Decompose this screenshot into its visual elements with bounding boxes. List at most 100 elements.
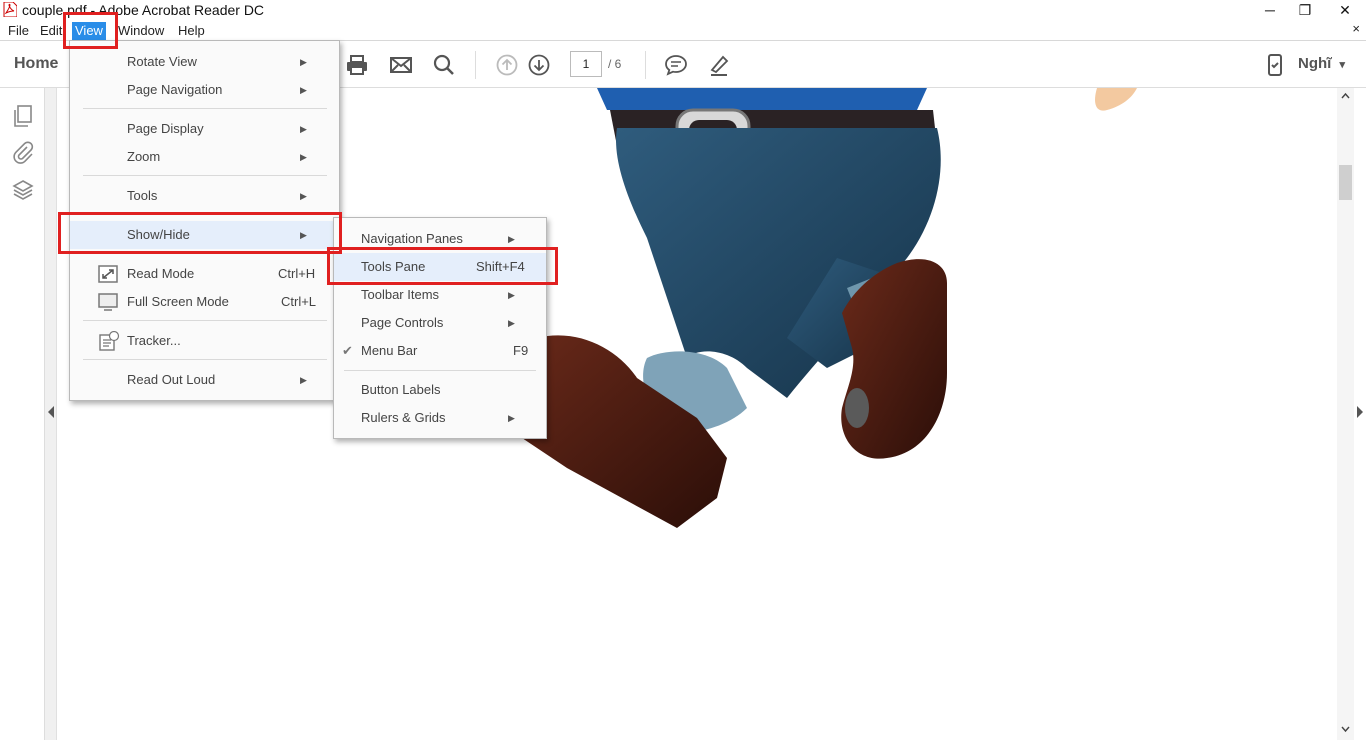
submenu-arrow-icon: ▶	[300, 230, 307, 240]
submenu-arrow-icon: ▶	[508, 318, 515, 328]
submenu-arrow-icon: ▶	[300, 191, 307, 201]
mobile-link-icon[interactable]	[1263, 53, 1287, 77]
submenu-arrow-icon: ▶	[508, 290, 515, 300]
submenu-arrow-icon: ▶	[508, 234, 515, 244]
menu-edit[interactable]: Edit	[37, 22, 65, 40]
window-title: couple.pdf - Adobe Acrobat Reader DC	[22, 2, 265, 18]
menu-separator	[83, 108, 327, 109]
menu-item-label: Page Display	[127, 121, 204, 136]
vertical-scrollbar[interactable]	[1337, 88, 1354, 740]
submenu-arrow-icon: ▶	[300, 124, 307, 134]
menu-item-show-hide[interactable]: Show/Hide ▶	[70, 221, 339, 249]
menu-item-label: Tools Pane	[361, 259, 426, 274]
attachments-icon[interactable]	[12, 140, 34, 164]
toolbar-separator	[475, 51, 476, 79]
next-page-icon[interactable]	[527, 53, 551, 77]
menu-separator	[83, 320, 327, 321]
menu-separator	[83, 214, 327, 215]
layers-icon[interactable]	[12, 178, 34, 202]
menu-item-shortcut: Ctrl+H	[278, 266, 316, 281]
menu-item-label: Button Labels	[361, 382, 441, 397]
menu-item-tools-pane[interactable]: Tools Pane Shift+F4	[334, 253, 546, 281]
submenu-arrow-icon: ▶	[300, 85, 307, 95]
view-menu: Rotate View ▶ Page Navigation ▶ Page Dis…	[69, 40, 340, 401]
menu-item-read-out-loud[interactable]: Read Out Loud ▶	[70, 366, 339, 394]
submenu-arrow-icon: ▶	[508, 413, 515, 423]
user-name: Nghĩ	[1298, 55, 1332, 72]
left-pane-collapse-gutter[interactable]	[45, 88, 57, 740]
menu-item-label: Page Controls	[361, 315, 444, 330]
menu-item-label: Full Screen Mode	[127, 294, 229, 309]
toolbar-separator	[645, 51, 646, 79]
menu-separator	[83, 359, 327, 360]
highlight-pen-icon[interactable]	[707, 53, 731, 77]
read-mode-icon	[98, 265, 118, 283]
menu-item-page-navigation[interactable]: Page Navigation ▶	[70, 76, 339, 104]
expand-right-pane-icon[interactable]	[1356, 406, 1364, 418]
print-icon[interactable]	[345, 53, 369, 77]
menu-item-label: Rotate View	[127, 54, 197, 69]
previous-page-icon[interactable]	[495, 53, 519, 77]
menu-separator	[83, 175, 327, 176]
menu-item-page-display[interactable]: Page Display ▶	[70, 115, 339, 143]
menu-item-shortcut: Shift+F4	[476, 259, 525, 274]
page-number-input[interactable]: 1	[570, 51, 602, 77]
menu-item-rotate-view[interactable]: Rotate View ▶	[70, 48, 339, 76]
menu-item-label: Show/Hide	[127, 227, 190, 242]
menu-item-full-screen-mode[interactable]: Full Screen Mode Ctrl+L	[70, 288, 339, 316]
menu-item-label: Tracker...	[127, 333, 181, 348]
close-window-button[interactable]: ✕	[1325, 0, 1365, 20]
page-total: / 6	[608, 57, 622, 71]
minimize-button[interactable]: ─	[1250, 0, 1290, 20]
menu-item-label: Toolbar Items	[361, 287, 440, 302]
user-account-menu[interactable]: Nghĩ ▾	[1298, 55, 1345, 72]
menu-separator	[83, 253, 327, 254]
menu-item-label: Tools	[127, 188, 158, 203]
menu-separator	[344, 370, 536, 371]
email-icon[interactable]	[389, 53, 413, 77]
menu-item-navigation-panes[interactable]: Navigation Panes ▶	[334, 225, 546, 253]
title-bar: couple.pdf - Adobe Acrobat Reader DC ─ ❐…	[0, 0, 1366, 20]
menu-item-zoom[interactable]: Zoom ▶	[70, 143, 339, 171]
comment-icon[interactable]	[664, 53, 688, 77]
menu-item-rulers-grids[interactable]: Rulers & Grids ▶	[334, 404, 546, 432]
menu-view[interactable]: View	[72, 22, 106, 40]
menu-window[interactable]: Window	[115, 22, 167, 40]
menu-bar: File Edit View Window Help ×	[0, 20, 1366, 41]
menu-item-label: Read Out Loud	[127, 372, 216, 387]
menu-item-tools[interactable]: Tools ▶	[70, 182, 339, 210]
home-tab[interactable]: Home	[14, 55, 58, 73]
scroll-down-icon[interactable]	[1341, 726, 1350, 733]
chevron-down-icon: ▾	[1339, 59, 1346, 71]
menu-item-read-mode[interactable]: Read Mode Ctrl+H	[70, 260, 339, 288]
restore-button[interactable]: ❐	[1285, 0, 1325, 20]
menu-item-label: Menu Bar	[361, 343, 418, 358]
right-pane-collapse-gutter[interactable]	[1354, 88, 1366, 740]
menu-item-menu-bar[interactable]: ✔ Menu Bar F9	[334, 337, 546, 365]
menu-help[interactable]: Help	[175, 22, 208, 40]
menu-item-shortcut: Ctrl+L	[281, 294, 317, 309]
menu-item-label: Navigation Panes	[361, 231, 463, 246]
menu-item-shortcut: F9	[513, 343, 529, 358]
menu-item-toolbar-items[interactable]: Toolbar Items ▶	[334, 281, 546, 309]
acrobat-pdf-icon	[3, 2, 17, 17]
full-screen-icon	[98, 293, 118, 311]
submenu-arrow-icon: ▶	[300, 57, 307, 67]
menu-item-page-controls[interactable]: Page Controls ▶	[334, 309, 546, 337]
scroll-up-icon[interactable]	[1341, 92, 1350, 99]
menu-item-label: Read Mode	[127, 266, 195, 281]
submenu-arrow-icon: ▶	[300, 375, 307, 385]
collapse-left-icon[interactable]	[47, 406, 55, 418]
menu-item-label: Rulers & Grids	[361, 410, 446, 425]
show-hide-submenu: Navigation Panes ▶ Tools Pane Shift+F4 T…	[333, 217, 547, 439]
navigation-pane	[0, 88, 45, 740]
search-icon[interactable]	[432, 53, 456, 77]
submenu-arrow-icon: ▶	[300, 152, 307, 162]
menu-item-tracker[interactable]: Tracker...	[70, 327, 339, 355]
menu-item-label: Zoom	[127, 149, 161, 164]
page-thumbnails-icon[interactable]	[12, 104, 34, 128]
scrollbar-thumb[interactable]	[1339, 165, 1352, 200]
close-document-button[interactable]: ×	[1352, 21, 1360, 36]
menu-file[interactable]: File	[5, 22, 32, 40]
menu-item-button-labels[interactable]: Button Labels	[334, 376, 546, 404]
